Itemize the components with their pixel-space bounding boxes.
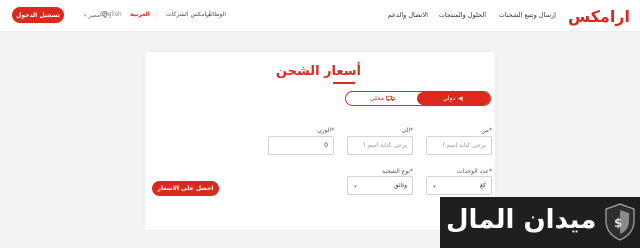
watermark-text: ميدان المال [446, 205, 597, 235]
from-label: من* [481, 127, 492, 134]
svg-text:$: $ [614, 216, 622, 230]
shipment-type-label: نوع الشحنة* [381, 168, 413, 175]
international-option[interactable]: دولي [417, 92, 490, 105]
domestic-option[interactable]: محلي [346, 92, 419, 105]
chevron-down-icon: ⌄ [432, 182, 438, 189]
shipment-scope-toggle: دولي محلي [345, 91, 491, 106]
international-label: دولي [442, 95, 456, 102]
country-name: مصر [88, 12, 101, 19]
watermark-banner: ميدان المال $ [440, 197, 640, 248]
units-value: كغ [479, 182, 486, 189]
language-arabic[interactable]: العربية [130, 11, 150, 18]
nav-solutions[interactable]: الحلول والمنتجات [439, 11, 486, 19]
units-select[interactable]: ⌄ كغ [426, 176, 492, 195]
shipment-type-select[interactable]: ⌄ وثائق [347, 176, 413, 195]
domestic-label: محلي [369, 95, 385, 102]
units-label: عدد الوحدات* [456, 168, 492, 175]
to-label: الى* [401, 127, 414, 134]
weight-label: الوزن* [317, 127, 334, 134]
weight-input[interactable]: 0 [268, 136, 334, 155]
aramex-logo[interactable]: ارامكس [568, 7, 631, 26]
page-title: أسعار الشحن [275, 64, 361, 79]
country-selector[interactable]: ▾ مصر [84, 11, 108, 19]
chevron-down-icon: ▾ [84, 13, 87, 19]
login-button[interactable]: تسجيل الدخول [12, 7, 64, 23]
get-rates-button[interactable]: احصل على الاسعار [152, 181, 219, 196]
separator: | [156, 11, 159, 18]
nav-send-track[interactable]: إرسال وتتبع الشحنات [499, 11, 556, 19]
truck-icon [386, 95, 395, 102]
location-pin-icon [102, 11, 108, 19]
title-underline [333, 82, 355, 84]
nav-contact[interactable]: الاتصال والدعم [388, 11, 428, 19]
top-navigation-bar: ارامكس إرسال وتتبع الشحنات الحلول والمنت… [0, 0, 640, 32]
plane-icon [458, 96, 464, 101]
chevron-down-icon: ⌄ [353, 182, 359, 189]
shield-logo-icon: $ [605, 203, 635, 241]
shipment-type-value: وثائق [393, 182, 407, 189]
from-input[interactable]: يرجى كتابة اسم ا [426, 136, 492, 155]
companies-link[interactable]: أرامكس الشركات [166, 11, 211, 18]
to-input[interactable]: يرجى كتابة اسم ا [347, 136, 413, 155]
